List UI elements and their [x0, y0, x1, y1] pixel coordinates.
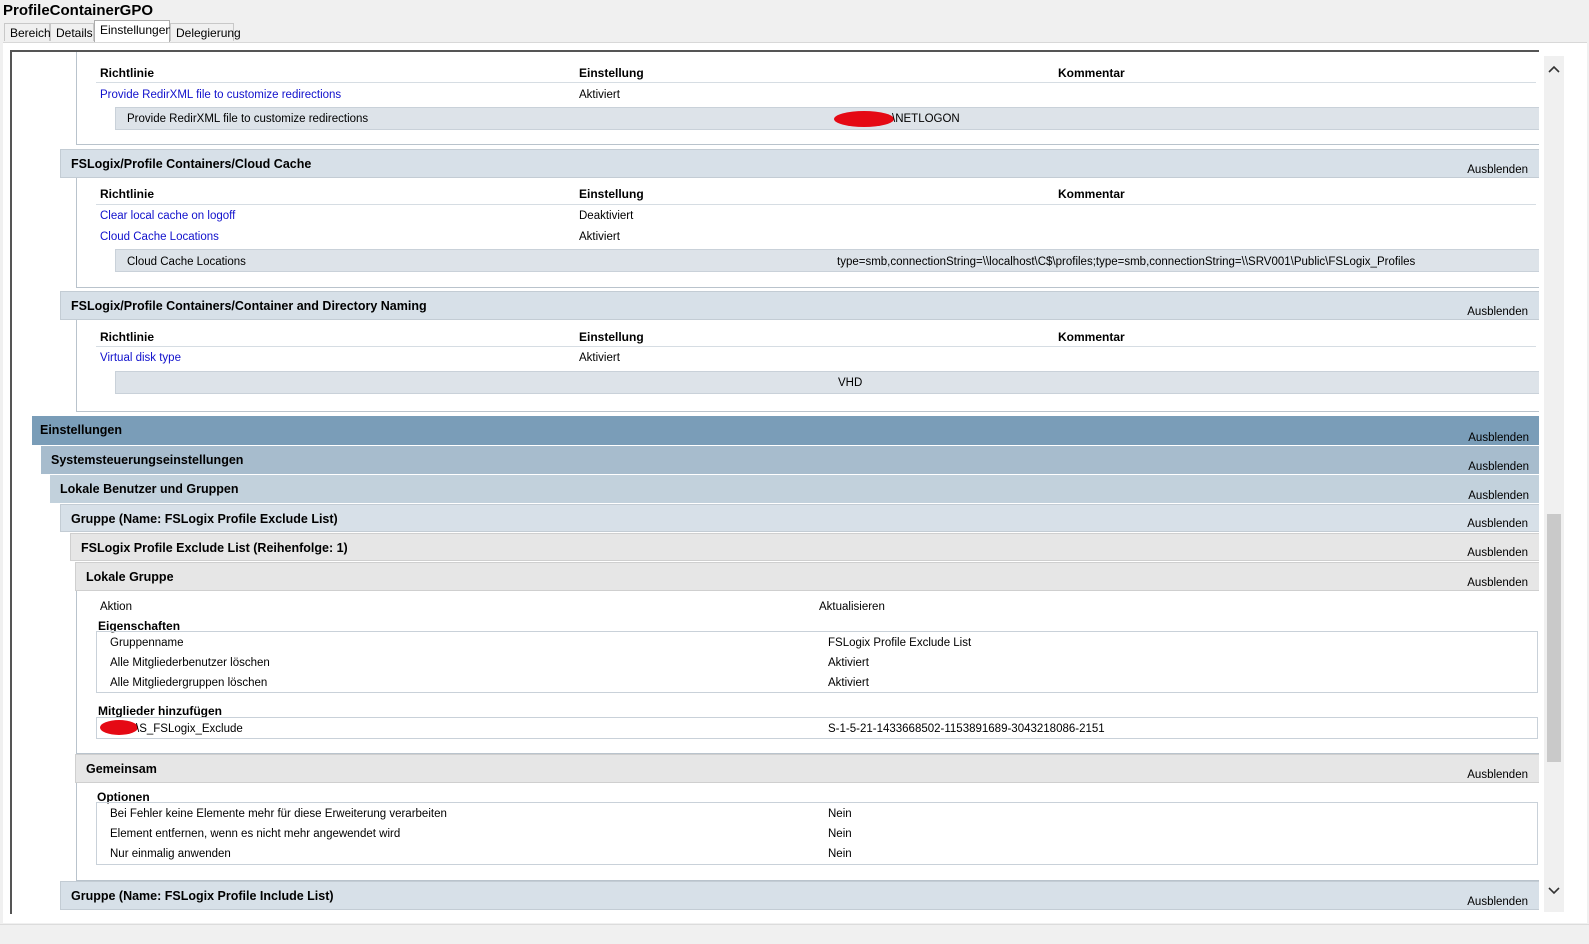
option-value: Nein: [828, 828, 852, 840]
hide-link[interactable]: Ausblenden: [1467, 769, 1528, 781]
section-title: Gruppe (Name: FSLogix Profile Exclude Li…: [71, 512, 338, 526]
col-setting: Einstellung: [579, 66, 644, 80]
policy-state: Aktiviert: [579, 231, 620, 243]
section-title: Einstellungen: [40, 423, 122, 437]
section-title: FSLogix/Profile Containers/Container and…: [71, 299, 427, 313]
section-title: Lokale Benutzer und Gruppen: [60, 482, 239, 496]
col-policy: Richtlinie: [100, 330, 155, 344]
section-title: Systemsteuerungseinstellungen: [51, 453, 244, 467]
tab-bereich[interactable]: Bereich: [4, 23, 51, 41]
prop-value: FSLogix Profile Exclude List: [828, 637, 972, 649]
section-header-cloud-cache: FSLogix/Profile Containers/Cloud Cache A…: [60, 149, 1539, 178]
report-content: Richtlinie Einstellung Kommentar Provide…: [10, 50, 1539, 914]
section-title: Gemeinsam: [86, 762, 157, 776]
mitglieder-heading: Mitglieder hinzufügen: [98, 704, 222, 718]
detail-label: Cloud Cache Locations: [127, 256, 246, 268]
section-header-naming: FSLogix/Profile Containers/Container and…: [60, 291, 1539, 320]
scrollbar-thumb[interactable]: [1547, 514, 1561, 762]
section-header-systemsteuerung: Systemsteuerungseinstellungen Ausblenden: [41, 446, 1539, 474]
option-label: Nur einmalig anwenden: [110, 848, 231, 860]
tab-einstellungen[interactable]: Einstellungen: [94, 20, 172, 42]
divider: [96, 204, 1536, 205]
detail-value: type=smb,connectionString=\\localhost\C$…: [837, 256, 1416, 268]
prop-label: Alle Mitgliedergruppen löschen: [110, 677, 268, 689]
naming-table: [76, 320, 1539, 412]
prop-label: Alle Mitgliederbenutzer löschen: [110, 657, 270, 669]
option-value: Nein: [828, 848, 852, 860]
policy-state: Aktiviert: [579, 89, 620, 101]
redaction-mark: [100, 720, 138, 735]
aktion-label: Aktion: [100, 601, 132, 613]
member-sid: S-1-5-21-1433668502-1153891689-304321808…: [828, 723, 1105, 735]
option-value: Nein: [828, 808, 852, 820]
divider: [96, 346, 1536, 347]
hide-link[interactable]: Ausblenden: [1467, 547, 1528, 559]
col-setting: Einstellung: [579, 187, 644, 201]
hide-link[interactable]: Ausblenden: [1467, 164, 1528, 176]
section-header-einstellungen: Einstellungen Ausblenden: [32, 416, 1539, 445]
section-title: Gruppe (Name: FSLogix Profile Include Li…: [71, 889, 334, 903]
policy-detail-row: [115, 371, 1539, 394]
section-title: FSLogix Profile Exclude List (Reihenfolg…: [81, 541, 348, 555]
policy-link-redirxml[interactable]: Provide RedirXML file to customize redir…: [100, 89, 341, 101]
section-title: FSLogix/Profile Containers/Cloud Cache: [71, 157, 312, 171]
status-bar: [0, 924, 1589, 944]
policy-link-cloud-cache-locations[interactable]: Cloud Cache Locations: [100, 231, 219, 243]
chevron-down-icon[interactable]: [1547, 884, 1561, 900]
properties-table: [96, 631, 1538, 693]
prop-value: Aktiviert: [828, 657, 869, 669]
col-comment: Kommentar: [1058, 330, 1125, 344]
hide-link[interactable]: Ausblenden: [1467, 306, 1528, 318]
hide-link[interactable]: Ausblenden: [1468, 461, 1529, 473]
detail-label: Provide RedirXML file to customize redir…: [127, 113, 369, 125]
hide-link[interactable]: Ausblenden: [1468, 432, 1529, 444]
section-header-exclude-order: FSLogix Profile Exclude List (Reihenfolg…: [70, 533, 1539, 561]
col-policy: Richtlinie: [100, 187, 155, 201]
option-label: Bei Fehler keine Elemente mehr für diese…: [110, 808, 447, 820]
members-table: [96, 717, 1538, 739]
prop-label: Gruppenname: [110, 637, 184, 649]
section-header-gruppe-exclude: Gruppe (Name: FSLogix Profile Exclude Li…: [60, 504, 1539, 532]
col-setting: Einstellung: [579, 330, 644, 344]
col-comment: Kommentar: [1058, 66, 1125, 80]
section-header-lokale-gruppe: Lokale Gruppe Ausblenden: [75, 562, 1539, 591]
policy-state: Deaktiviert: [579, 210, 634, 222]
col-comment: Kommentar: [1058, 187, 1125, 201]
prop-value: Aktiviert: [828, 677, 869, 689]
section-header-gruppe-include: Gruppe (Name: FSLogix Profile Include Li…: [60, 881, 1539, 910]
option-label: Element entfernen, wenn es nicht mehr an…: [110, 828, 401, 840]
policy-link-virtual-disk-type[interactable]: Virtual disk type: [100, 352, 181, 364]
vertical-scrollbar[interactable]: [1544, 56, 1564, 912]
detail-value: \NETLOGON: [892, 113, 960, 125]
section-header-lokale-benutzer: Lokale Benutzer und Gruppen Ausblenden: [50, 475, 1539, 503]
member-name: \S_FSLogix_Exclude: [136, 723, 243, 735]
divider: [96, 82, 1536, 83]
detail-value: VHD: [838, 377, 863, 389]
section-title: Lokale Gruppe: [86, 570, 174, 584]
chevron-up-icon[interactable]: [1547, 62, 1561, 78]
window-title: ProfileContainerGPO: [3, 2, 154, 19]
policy-link-clear-cache[interactable]: Clear local cache on logoff: [100, 210, 235, 222]
redaction-mark: [834, 111, 894, 127]
policy-state: Aktiviert: [579, 352, 620, 364]
hide-link[interactable]: Ausblenden: [1468, 490, 1529, 502]
hide-link[interactable]: Ausblenden: [1467, 518, 1528, 530]
tab-delegierung[interactable]: Delegierung: [170, 23, 241, 41]
section-header-gemeinsam: Gemeinsam Ausblenden: [75, 754, 1539, 783]
tab-details[interactable]: Details: [50, 23, 94, 41]
aktion-value: Aktualisieren: [819, 601, 885, 613]
hide-link[interactable]: Ausblenden: [1467, 896, 1528, 908]
col-policy: Richtlinie: [100, 66, 155, 80]
hide-link[interactable]: Ausblenden: [1467, 577, 1528, 589]
